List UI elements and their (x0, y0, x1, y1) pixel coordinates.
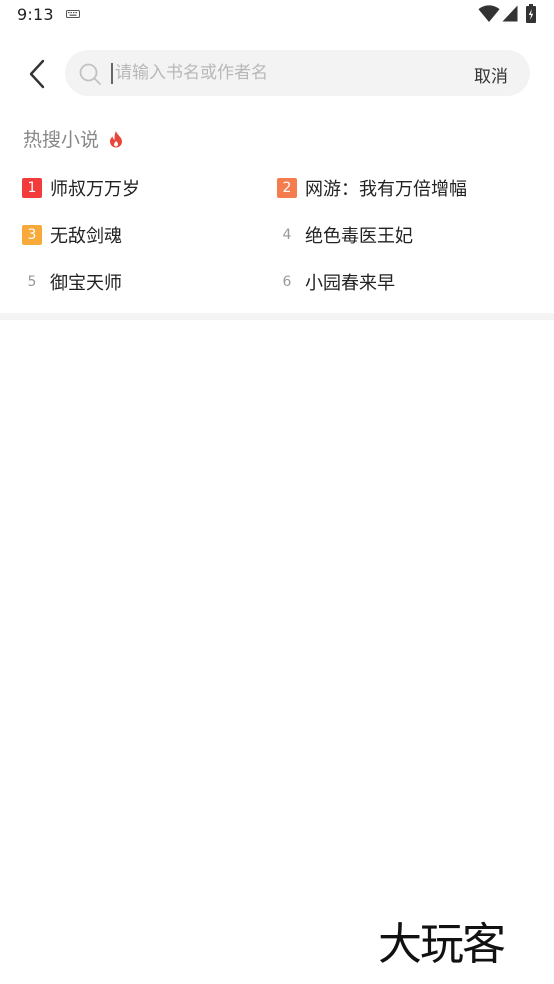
cancel-button[interactable]: 取消 (474, 62, 508, 87)
rank-badge: 3 (22, 225, 42, 245)
signal-icon (502, 5, 518, 22)
status-bar: 9:13 (0, 0, 554, 30)
hot-item-title: 无敌剑魂 (50, 226, 122, 247)
hot-item-title: 网游：我有万倍增幅 (305, 179, 467, 200)
hot-item-title: 小园春来早 (305, 273, 395, 294)
search-header: 取消 (0, 30, 554, 116)
hot-search-title: 热搜小说 (23, 128, 100, 151)
hot-search-header: 热搜小说 (23, 124, 124, 152)
hot-item-6[interactable]: 6 小园春来早 (277, 269, 395, 295)
hot-item-3[interactable]: 3 无敌剑魂 (22, 222, 122, 248)
hot-item-1[interactable]: 1 师叔万万岁 (22, 175, 140, 201)
hot-item-title: 御宝天师 (50, 273, 122, 294)
hot-search-section: 热搜小说 1 师叔万万岁 2 网游：我有万倍增幅 3 无敌剑魂 4 绝色毒医王妃… (0, 116, 554, 314)
text-caret (111, 63, 113, 84)
flame-icon (110, 131, 123, 148)
section-divider (0, 313, 554, 320)
back-button[interactable] (20, 56, 56, 92)
hot-item-4[interactable]: 4 绝色毒医王妃 (277, 222, 413, 248)
hot-item-title: 绝色毒医王妃 (305, 226, 413, 247)
rank-badge: 2 (277, 178, 297, 198)
search-icon (79, 63, 101, 85)
hot-item-title: 师叔万万岁 (50, 179, 140, 200)
watermark-logo: 大玩客 (378, 919, 506, 970)
rank-badge: 6 (282, 274, 292, 290)
status-time: 9:13 (17, 5, 54, 24)
hot-item-2[interactable]: 2 网游：我有万倍增幅 (277, 175, 467, 201)
keyboard-icon (66, 10, 80, 18)
search-input[interactable] (115, 56, 455, 90)
rank-badge: 4 (282, 227, 292, 243)
battery-icon (526, 4, 536, 23)
hot-item-5[interactable]: 5 御宝天师 (22, 269, 122, 295)
rank-badge: 5 (27, 274, 37, 290)
wifi-icon (478, 5, 500, 22)
rank-badge: 1 (22, 178, 42, 198)
search-box[interactable]: 取消 (65, 50, 530, 96)
